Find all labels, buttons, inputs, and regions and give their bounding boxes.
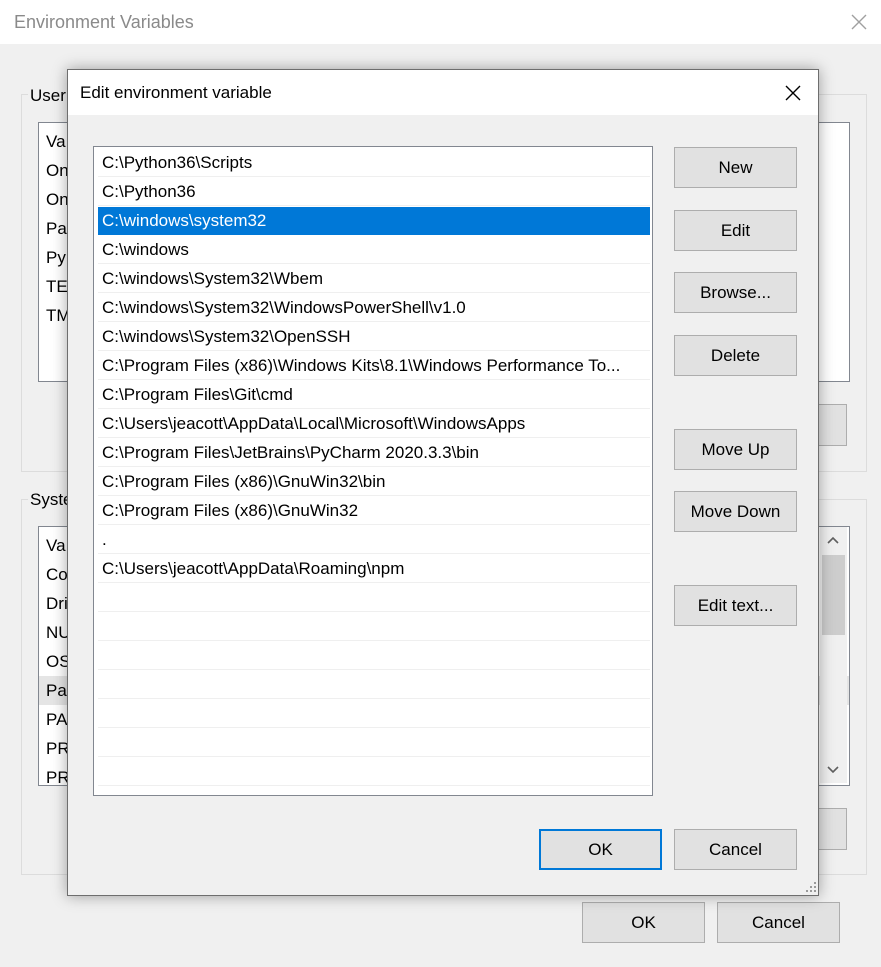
ok-button[interactable]: OK xyxy=(539,829,662,870)
list-item[interactable]: C:\windows\System32\Wbem xyxy=(98,265,650,293)
empty-row[interactable] xyxy=(98,642,650,670)
list-item-selected[interactable]: C:\windows\system32 xyxy=(98,207,650,235)
edit-environment-variable-dialog: Edit environment variable C:\Python36\Sc… xyxy=(67,69,819,896)
browse-button[interactable]: Browse... xyxy=(674,272,797,313)
list-item[interactable]: C:\Python36\Scripts xyxy=(98,149,650,177)
new-button[interactable]: New xyxy=(674,147,797,188)
close-icon[interactable] xyxy=(845,8,873,36)
list-item[interactable]: C:\windows\System32\WindowsPowerShell\v1… xyxy=(98,294,650,322)
bg-cancel-label: Cancel xyxy=(752,913,805,932)
list-item[interactable]: C:\Program Files\JetBrains\PyCharm 2020.… xyxy=(98,439,650,467)
bg-window-title: Environment Variables xyxy=(14,12,194,32)
list-item[interactable]: C:\Users\jeacott\AppData\Local\Microsoft… xyxy=(98,410,650,438)
empty-row[interactable] xyxy=(98,758,650,786)
move-down-button[interactable]: Move Down xyxy=(674,491,797,532)
empty-row[interactable] xyxy=(98,729,650,757)
empty-row[interactable] xyxy=(98,584,650,612)
list-item[interactable]: C:\Program Files (x86)\GnuWin32\bin xyxy=(98,468,650,496)
move-up-button[interactable]: Move Up xyxy=(674,429,797,470)
delete-button[interactable]: Delete xyxy=(674,335,797,376)
dialog-title-bar: Edit environment variable xyxy=(68,70,818,115)
scroll-thumb[interactable] xyxy=(822,555,845,635)
edit-button[interactable]: Edit xyxy=(674,210,797,251)
list-item[interactable]: C:\Program Files (x86)\GnuWin32 xyxy=(98,497,650,525)
list-item[interactable]: C:\windows\System32\OpenSSH xyxy=(98,323,650,351)
list-item[interactable]: C:\Program Files (x86)\Windows Kits\8.1\… xyxy=(98,352,650,380)
list-item[interactable]: C:\Program Files\Git\cmd xyxy=(98,381,650,409)
list-item[interactable]: C:\Python36 xyxy=(98,178,650,206)
list-item[interactable]: . xyxy=(98,526,650,554)
list-item[interactable]: C:\windows xyxy=(98,236,650,264)
dialog-title: Edit environment variable xyxy=(80,83,272,102)
user-variables-label: User xyxy=(28,86,68,106)
bg-ok-label: OK xyxy=(631,913,656,932)
empty-row[interactable] xyxy=(98,700,650,728)
scroll-down-icon[interactable] xyxy=(826,765,840,775)
bg-ok-button[interactable]: OK xyxy=(582,902,705,943)
cancel-button[interactable]: Cancel xyxy=(674,829,797,870)
empty-row[interactable] xyxy=(98,613,650,641)
empty-row[interactable] xyxy=(98,671,650,699)
list-item[interactable]: C:\Users\jeacott\AppData\Roaming\npm xyxy=(98,555,650,583)
scroll-up-icon[interactable] xyxy=(826,535,840,545)
system-list-scrollbar[interactable] xyxy=(820,527,847,783)
path-list[interactable]: C:\Python36\Scripts C:\Python36 C:\windo… xyxy=(93,146,653,796)
edit-text-button[interactable]: Edit text... xyxy=(674,585,797,626)
bg-title-bar: Environment Variables xyxy=(0,0,881,44)
resize-grip-icon[interactable] xyxy=(804,880,818,894)
close-icon[interactable] xyxy=(780,80,806,106)
bg-cancel-button[interactable]: Cancel xyxy=(717,902,840,943)
